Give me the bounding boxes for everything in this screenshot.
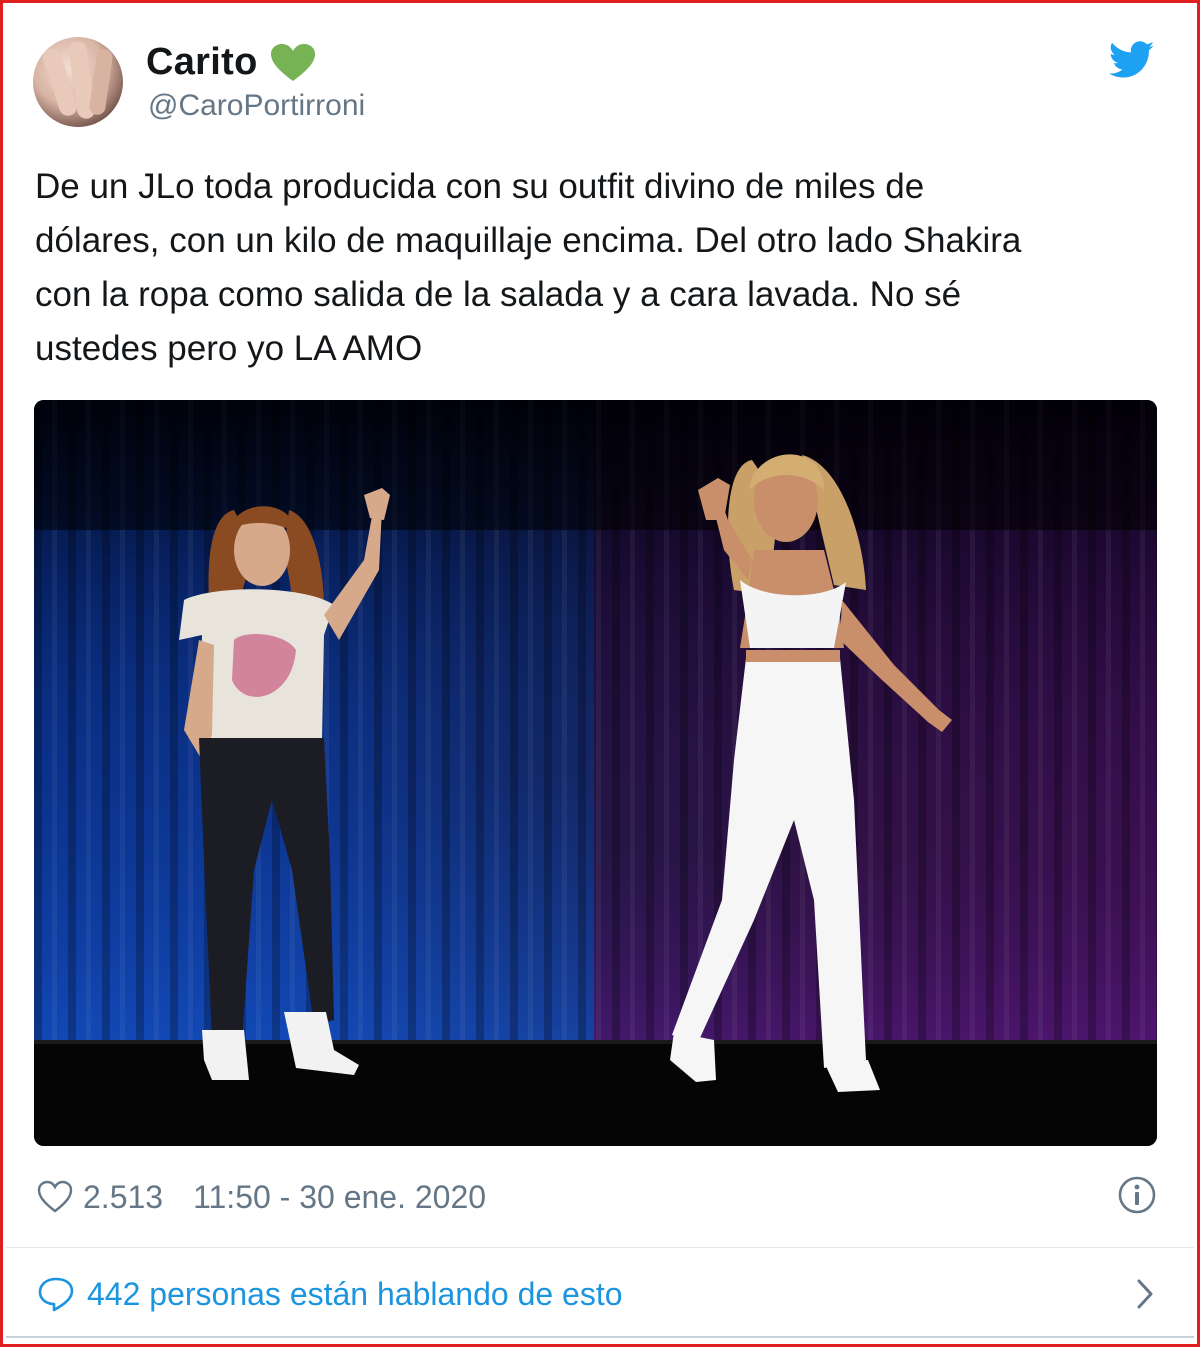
tweet-timestamp[interactable]: 11:50 - 30 ene. 2020 xyxy=(193,1179,486,1216)
avatar[interactable] xyxy=(33,37,123,127)
tweet-card: Carito @CaroPortirroni De un JLo toda pr… xyxy=(3,3,1197,1344)
tweet-photo[interactable] xyxy=(34,400,1157,1146)
author-name-row: Carito xyxy=(146,41,316,84)
green-heart-icon xyxy=(270,43,315,81)
tweet-meta-row: 2.513 11:50 - 30 ene. 2020 xyxy=(37,1175,1157,1219)
twitter-bird-icon[interactable] xyxy=(1109,41,1155,79)
speech-bubble-icon xyxy=(38,1277,74,1312)
display-name[interactable]: Carito xyxy=(146,41,258,84)
divider xyxy=(6,1247,1194,1248)
info-icon[interactable] xyxy=(1117,1175,1157,1215)
user-handle[interactable]: @CaroPortirroni xyxy=(148,89,365,123)
tweet-text: De un JLo toda producida con su outfit d… xyxy=(35,167,1022,368)
chevron-right-icon[interactable] xyxy=(1133,1277,1157,1311)
bottom-border xyxy=(6,1336,1194,1338)
conversation-link[interactable]: 442 personas están hablando de esto xyxy=(37,1269,1157,1319)
heart-outline-icon[interactable] xyxy=(37,1180,73,1214)
like-count[interactable]: 2.513 xyxy=(83,1179,163,1216)
conversation-text: 442 personas están hablando de esto xyxy=(87,1275,623,1312)
